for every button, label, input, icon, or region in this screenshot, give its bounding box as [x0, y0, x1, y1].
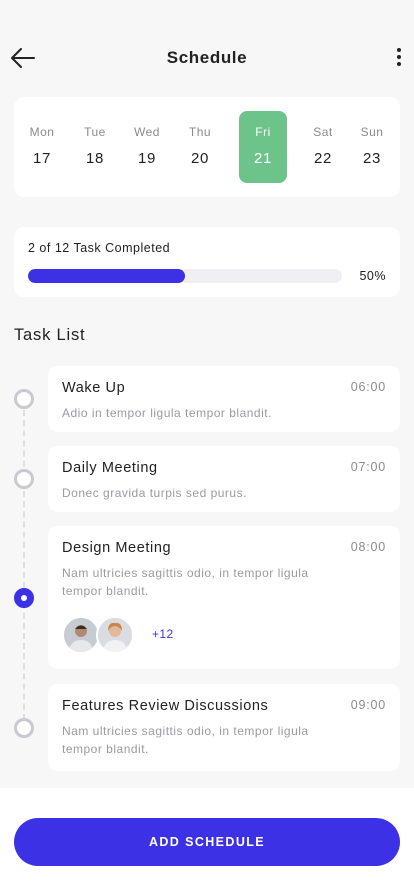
- task-time: 07:00: [350, 460, 386, 474]
- day-name: Fri: [255, 125, 271, 139]
- progress-label: 2 of 12 Task Completed: [28, 241, 171, 255]
- day-mon[interactable]: Mon 17: [18, 111, 66, 183]
- task-list-title: Task List: [14, 326, 86, 344]
- add-schedule-button[interactable]: ADD SCHEDULE: [14, 818, 400, 866]
- day-fri-selected[interactable]: Fri 21: [239, 111, 287, 183]
- task-description: Nam ultricies sagittis odio, in tempor l…: [62, 724, 309, 756]
- task-time: 08:00: [350, 540, 386, 554]
- task-description: Donec gravida turpis sed purus.: [62, 486, 247, 500]
- day-sat[interactable]: Sat 22: [299, 111, 347, 183]
- day-name: Sun: [360, 125, 384, 139]
- person-avatar-icon: [98, 618, 132, 652]
- more-options-button[interactable]: [394, 45, 404, 71]
- task-status-dot-active[interactable]: [14, 588, 34, 608]
- task-status-dot[interactable]: [14, 389, 34, 409]
- avatar[interactable]: [96, 616, 134, 654]
- day-wed[interactable]: Wed 19: [123, 111, 171, 183]
- page-title: Schedule: [166, 48, 248, 67]
- task-title: Design Meeting: [62, 540, 172, 556]
- day-number: 22: [314, 150, 332, 167]
- day-number: 18: [86, 150, 104, 167]
- app-header: Schedule: [0, 36, 414, 80]
- extra-attendees-count[interactable]: +12: [152, 627, 174, 641]
- task-description: Nam ultricies sagittis odio, in tempor l…: [62, 566, 309, 598]
- day-name: Sat: [313, 125, 333, 139]
- task-description: Adio in tempor ligula tempor blandit.: [62, 406, 272, 420]
- avatar[interactable]: [62, 616, 100, 654]
- person-avatar-icon: [64, 618, 98, 652]
- day-thu[interactable]: Thu 20: [176, 111, 224, 183]
- day-sun[interactable]: Sun 23: [348, 111, 396, 183]
- day-name: Thu: [188, 125, 212, 139]
- day-tue[interactable]: Tue 18: [71, 111, 119, 183]
- task-status-dot[interactable]: [14, 469, 34, 489]
- task-title: Features Review Discussions: [62, 698, 269, 714]
- day-name: Wed: [134, 125, 160, 139]
- task-card-features-review[interactable]: Features Review Discussions 09:00 Nam ul…: [48, 684, 400, 771]
- task-time: 09:00: [350, 698, 386, 712]
- task-card-wake-up[interactable]: Wake Up 06:00 Adio in tempor ligula temp…: [48, 366, 400, 432]
- task-title: Daily Meeting: [62, 460, 158, 476]
- week-calendar: Mon 17 Tue 18 Wed 19 Thu 20 Fri 21 Sat 2…: [14, 97, 400, 197]
- progress-bar: [28, 269, 342, 283]
- task-card-design-meeting[interactable]: Design Meeting 08:00 Nam ultricies sagit…: [48, 526, 400, 669]
- progress-percent: 50%: [359, 269, 386, 283]
- day-number: 23: [363, 150, 381, 167]
- task-card-daily-meeting[interactable]: Daily Meeting 07:00 Donec gravida turpis…: [48, 446, 400, 512]
- day-number: 21: [254, 150, 272, 167]
- progress-bar-fill: [28, 269, 185, 283]
- day-number: 19: [138, 150, 156, 167]
- more-vertical-icon: [397, 48, 401, 52]
- day-number: 20: [191, 150, 209, 167]
- day-name: Tue: [84, 125, 106, 139]
- day-number: 17: [33, 150, 51, 167]
- bottom-action-bar: ADD SCHEDULE: [0, 788, 414, 896]
- day-name: Mon: [29, 125, 55, 139]
- progress-card: 2 of 12 Task Completed 50%: [14, 227, 400, 297]
- task-title: Wake Up: [62, 380, 126, 396]
- timeline-line: [23, 400, 25, 730]
- task-time: 06:00: [350, 380, 386, 394]
- task-status-dot[interactable]: [14, 718, 34, 738]
